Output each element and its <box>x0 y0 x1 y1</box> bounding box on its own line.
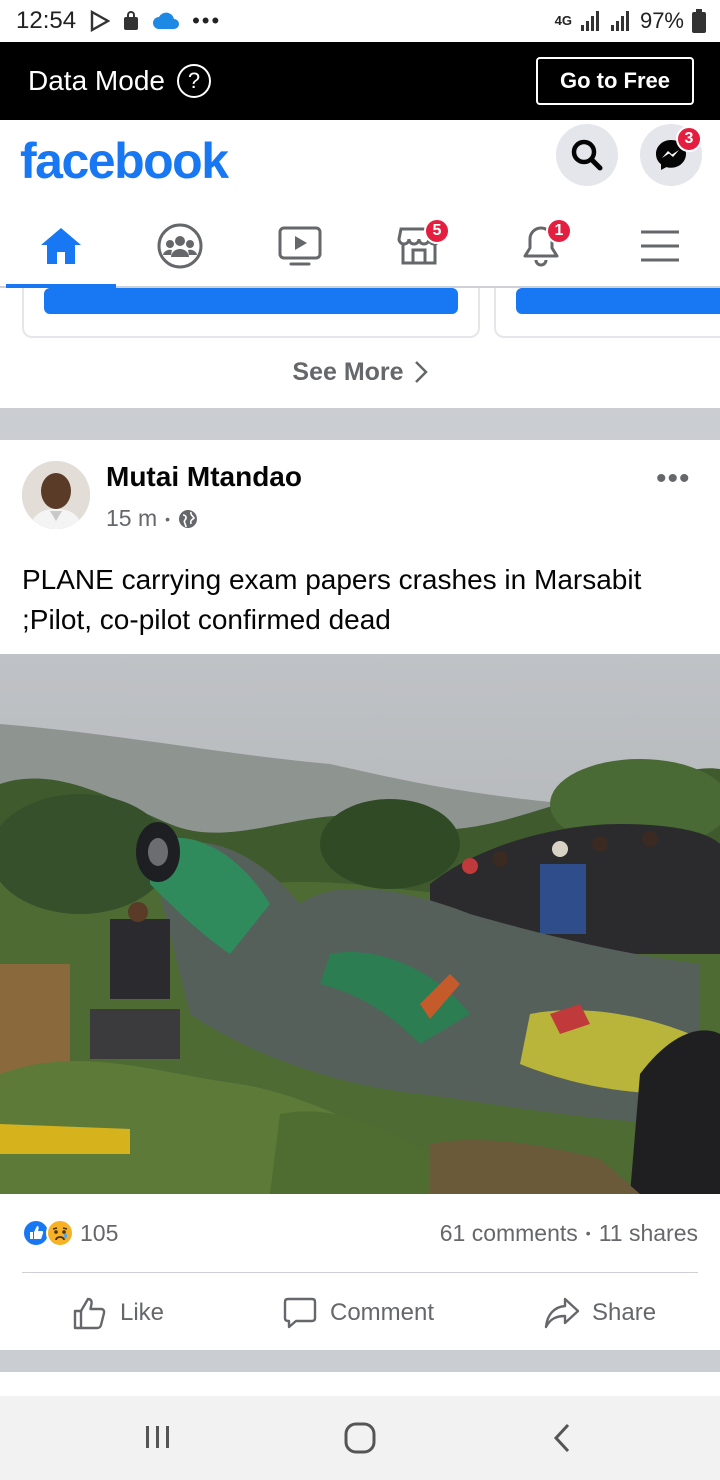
post-time: 15 m <box>106 505 158 531</box>
app-header: facebook 3 <box>0 120 720 206</box>
tab-watch[interactable] <box>245 206 355 286</box>
feed-divider <box>0 408 720 440</box>
comment-icon <box>283 1297 317 1329</box>
data-mode-title: Data Mode <box>28 65 165 96</box>
count-separator: • <box>585 1225 591 1241</box>
see-more-link[interactable]: See More <box>0 350 720 394</box>
action-divider <box>22 1272 698 1273</box>
avatar[interactable] <box>22 461 90 529</box>
tab-notifications[interactable] <box>486 206 596 286</box>
battery-icon <box>692 9 706 33</box>
search-icon <box>571 139 603 171</box>
bag-icon <box>124 11 139 30</box>
facebook-logo[interactable]: facebook <box>20 132 229 190</box>
cloud-icon <box>153 12 180 29</box>
tab-menu[interactable] <box>605 206 715 286</box>
network-type: 4G <box>554 13 572 28</box>
globe-icon <box>179 509 198 528</box>
post-meta: 15 m • <box>106 505 198 532</box>
next-post-peek <box>0 1372 720 1396</box>
reaction-count: 105 <box>80 1219 119 1246</box>
home-nav-icon[interactable] <box>344 1422 376 1454</box>
post-author[interactable]: Mutai Mtandao <box>106 461 302 493</box>
like-button[interactable]: Like <box>72 1290 164 1336</box>
post-text: PLANE carrying exam papers crashes in Ma… <box>22 564 642 635</box>
engagement-counts: 61 comments • 11 shares <box>440 1216 698 1250</box>
battery-percent: 97% <box>639 8 684 33</box>
signal-icon <box>580 11 599 31</box>
help-icon[interactable]: ? <box>176 64 211 98</box>
tab-marketplace[interactable] <box>364 206 474 286</box>
watch-icon <box>278 226 322 266</box>
share-label: Share <box>592 1299 657 1326</box>
status-time: 12:54 <box>16 7 77 34</box>
follow-button-2[interactable] <box>516 288 720 314</box>
groups-icon <box>157 223 203 269</box>
signal-icon-2 <box>610 11 629 31</box>
share-icon <box>544 1297 580 1329</box>
comment-label: Comment <box>330 1299 435 1326</box>
go-to-free-button[interactable]: Go to Free <box>535 57 694 105</box>
reaction-summary[interactable]: 105 <box>22 1216 118 1250</box>
chevron-right-icon <box>414 361 428 383</box>
suggestion-card-2 <box>494 288 720 338</box>
play-store-icon <box>90 10 111 32</box>
share-button[interactable]: Share <box>544 1290 656 1336</box>
share-count[interactable]: 11 shares <box>599 1220 698 1247</box>
data-mode-bar: Data Mode ? Go to Free <box>0 42 720 120</box>
menu-icon <box>641 230 679 262</box>
tab-groups[interactable] <box>125 206 235 286</box>
suggestion-card <box>22 288 480 338</box>
tab-home[interactable] <box>6 206 116 286</box>
see-more-label: See More <box>292 357 404 386</box>
post-image[interactable] <box>0 654 720 1194</box>
post-more-options[interactable]: ••• <box>656 462 691 496</box>
like-icon <box>73 1297 106 1330</box>
comment-count[interactable]: 61 comments <box>440 1220 578 1247</box>
main-tab-bar: 5 1 <box>0 206 720 288</box>
marketplace-badge: 5 <box>424 218 450 244</box>
status-bar: 12:54 ••• 4G 97% <box>0 0 720 42</box>
meta-separator: • <box>165 510 171 527</box>
back-icon[interactable] <box>552 1422 572 1454</box>
like-label: Like <box>120 1299 165 1326</box>
comment-button[interactable]: Comment <box>282 1290 434 1336</box>
sad-reaction-icon <box>46 1219 74 1247</box>
notifications-badge: 1 <box>546 218 572 244</box>
home-icon <box>41 228 81 264</box>
follow-button[interactable] <box>44 288 458 314</box>
recent-apps-icon[interactable] <box>144 1423 172 1451</box>
system-nav-bar <box>0 1396 720 1480</box>
search-button[interactable] <box>556 124 618 186</box>
feed-divider-2 <box>0 1350 720 1372</box>
more-icon: ••• <box>192 8 222 33</box>
messenger-badge: 3 <box>676 126 702 152</box>
